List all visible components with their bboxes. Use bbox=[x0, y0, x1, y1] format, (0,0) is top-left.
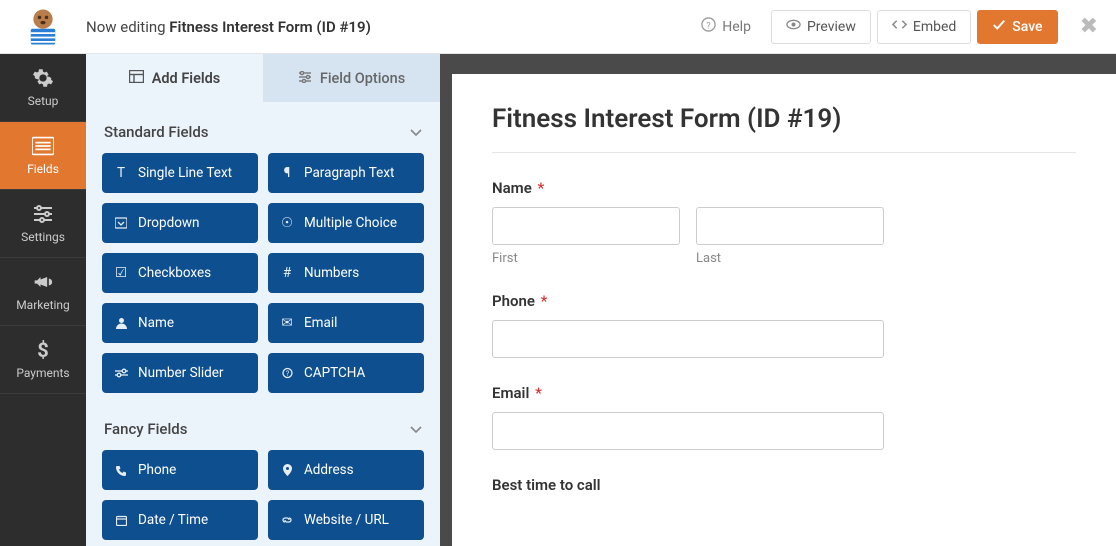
grid-icon bbox=[129, 70, 144, 87]
field-name-block[interactable]: Name * First Last bbox=[492, 179, 1076, 266]
nav-payments[interactable]: $ Payments bbox=[0, 326, 86, 394]
help-link[interactable]: ? Help bbox=[701, 17, 751, 36]
field-email[interactable]: ✉Email bbox=[268, 303, 424, 343]
embed-button[interactable]: Embed bbox=[877, 10, 971, 44]
last-sublabel: Last bbox=[696, 251, 884, 266]
svg-text:$: $ bbox=[37, 339, 48, 361]
form-name: Fitness Interest Form (ID #19) bbox=[169, 18, 371, 36]
gear-icon bbox=[32, 67, 54, 89]
svg-text:?: ? bbox=[707, 20, 712, 31]
field-phone[interactable]: Phone bbox=[102, 450, 258, 490]
form-icon bbox=[32, 135, 54, 157]
shield-icon: ? bbox=[280, 367, 294, 379]
first-name-input[interactable] bbox=[492, 207, 680, 245]
sliders-small-icon bbox=[298, 70, 312, 87]
editing-label: Now editing Fitness Interest Form (ID #1… bbox=[86, 18, 371, 36]
last-name-input[interactable] bbox=[696, 207, 884, 245]
dropdown-icon bbox=[114, 217, 128, 229]
field-datetime[interactable]: Date / Time bbox=[102, 500, 258, 540]
eye-icon bbox=[786, 17, 801, 36]
code-icon bbox=[892, 17, 907, 36]
name-label: Name * bbox=[492, 179, 1076, 197]
field-phone-block[interactable]: Phone * bbox=[492, 292, 1076, 358]
nav-marketing[interactable]: Marketing bbox=[0, 258, 86, 326]
close-button[interactable]: ✖ bbox=[1080, 14, 1098, 39]
topbar: Now editing Fitness Interest Form (ID #1… bbox=[0, 0, 1116, 54]
close-icon: ✖ bbox=[1080, 14, 1098, 39]
field-numbers[interactable]: #Numbers bbox=[268, 253, 424, 293]
field-checkboxes[interactable]: ☑Checkboxes bbox=[102, 253, 258, 293]
form-canvas[interactable]: Fitness Interest Form (ID #19) Name * Fi… bbox=[452, 74, 1116, 546]
sliders-icon bbox=[32, 203, 54, 225]
nav-setup[interactable]: Setup bbox=[0, 54, 86, 122]
save-button[interactable]: Save bbox=[977, 10, 1057, 44]
divider bbox=[492, 152, 1076, 153]
mail-icon: ✉ bbox=[280, 315, 294, 331]
field-number-slider[interactable]: Number Slider bbox=[102, 353, 258, 393]
preview-button[interactable]: Preview bbox=[771, 10, 871, 44]
field-paragraph-text[interactable]: ¶Paragraph Text bbox=[268, 153, 424, 193]
paragraph-icon: ¶ bbox=[280, 165, 294, 181]
field-email-block[interactable]: Email * bbox=[492, 384, 1076, 450]
phone-label: Phone * bbox=[492, 292, 1076, 310]
nav-settings[interactable]: Settings bbox=[0, 190, 86, 258]
slider-icon bbox=[114, 368, 128, 378]
phone-input[interactable] bbox=[492, 320, 884, 358]
fields-panel: Add Fields Field Options Standard Fields… bbox=[86, 54, 442, 546]
field-besttime-block[interactable]: Best time to call bbox=[492, 476, 1076, 494]
besttime-label: Best time to call bbox=[492, 476, 1076, 494]
bullhorn-icon bbox=[32, 271, 54, 293]
checkbox-icon: ☑ bbox=[114, 265, 128, 281]
app-logo bbox=[0, 6, 86, 48]
help-icon: ? bbox=[701, 17, 716, 36]
sidebar-nav: Setup Fields Settings Marketing $ Paymen… bbox=[0, 54, 86, 546]
check-icon bbox=[992, 18, 1006, 36]
pin-icon bbox=[280, 464, 294, 476]
field-single-line-text[interactable]: TSingle Line Text bbox=[102, 153, 258, 193]
phone-icon bbox=[114, 465, 128, 476]
calendar-icon bbox=[114, 515, 128, 526]
section-fancy-header[interactable]: Fancy Fields bbox=[102, 413, 424, 450]
field-multiple-choice[interactable]: ☉Multiple Choice bbox=[268, 203, 424, 243]
text-icon: T bbox=[114, 165, 128, 181]
field-dropdown[interactable]: Dropdown bbox=[102, 203, 258, 243]
form-title[interactable]: Fitness Interest Form (ID #19) bbox=[492, 104, 1076, 134]
field-address[interactable]: Address bbox=[268, 450, 424, 490]
field-captcha[interactable]: ?CAPTCHA bbox=[268, 353, 424, 393]
tab-add-fields[interactable]: Add Fields bbox=[86, 54, 263, 102]
dollar-icon: $ bbox=[32, 339, 54, 361]
section-standard-header[interactable]: Standard Fields bbox=[102, 116, 424, 153]
hash-icon: # bbox=[280, 265, 294, 281]
field-name[interactable]: Name bbox=[102, 303, 258, 343]
chevron-down-icon bbox=[410, 122, 422, 141]
link-icon bbox=[280, 514, 294, 526]
nav-fields[interactable]: Fields bbox=[0, 122, 86, 190]
field-website[interactable]: Website / URL bbox=[268, 500, 424, 540]
tab-field-options[interactable]: Field Options bbox=[263, 54, 440, 102]
chevron-down-icon bbox=[410, 419, 422, 438]
radio-icon: ☉ bbox=[280, 215, 294, 231]
user-icon bbox=[114, 317, 128, 329]
first-sublabel: First bbox=[492, 251, 680, 266]
email-input[interactable] bbox=[492, 412, 884, 450]
email-label: Email * bbox=[492, 384, 1076, 402]
